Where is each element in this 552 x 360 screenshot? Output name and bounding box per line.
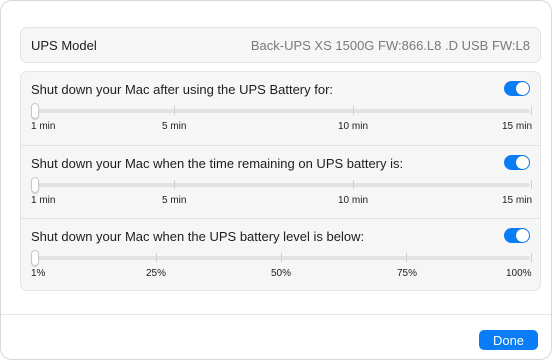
slider-track <box>31 183 530 187</box>
slider-tick-label: 50% <box>271 268 292 279</box>
slider-tick-label: 5 min <box>162 195 187 206</box>
slider-tick-label: 1 min <box>31 121 56 132</box>
ups-model-label: UPS Model <box>31 37 97 53</box>
setting-toggle[interactable] <box>504 155 530 170</box>
slider-tick-labels: 1 min 5 min 10 min 15 min <box>31 121 533 135</box>
battery-usage-slider[interactable] <box>31 103 532 119</box>
slider-tick-label: 25% <box>146 268 167 279</box>
ups-settings-sheet: UPS Model Back-UPS XS 1500G FW:866.L8 .D… <box>0 0 552 360</box>
slider-tick-label: 5 min <box>162 121 187 132</box>
toggle-knob <box>516 156 529 169</box>
slider-thumb[interactable] <box>31 250 39 266</box>
slider-tick-label: 15 min <box>502 121 533 132</box>
setting-label: Shut down your Mac when the UPS battery … <box>31 229 365 244</box>
toggle-knob <box>516 82 529 95</box>
setting-label: Shut down your Mac after using the UPS B… <box>31 82 334 97</box>
slider-tick-label: 100% <box>506 268 532 279</box>
done-button[interactable]: Done <box>479 330 538 350</box>
slider-tick-label: 1% <box>31 268 46 279</box>
slider-tick <box>531 180 532 189</box>
footer-divider <box>1 314 551 315</box>
setting-time-remaining: Shut down your Mac when the time remaini… <box>21 145 540 219</box>
slider-track <box>31 109 530 113</box>
slider-tick <box>156 253 157 262</box>
slider-tick <box>281 253 282 262</box>
battery-level-slider[interactable] <box>31 250 532 266</box>
slider-tick <box>174 106 175 115</box>
slider-thumb[interactable] <box>31 177 39 193</box>
slider-tick-label: 10 min <box>338 121 369 132</box>
slider-tick-label: 75% <box>397 268 418 279</box>
setting-battery-level: Shut down your Mac when the UPS battery … <box>21 218 540 292</box>
slider-tick-label: 10 min <box>338 195 369 206</box>
slider-thumb[interactable] <box>31 103 39 119</box>
toggle-knob <box>516 229 529 242</box>
ups-model-row: UPS Model Back-UPS XS 1500G FW:866.L8 .D… <box>20 27 541 63</box>
ups-model-value: Back-UPS XS 1500G FW:866.L8 .D USB FW:L8 <box>250 37 530 53</box>
setting-label: Shut down your Mac when the time remaini… <box>31 156 404 171</box>
slider-tick <box>353 106 354 115</box>
shutdown-settings-group: Shut down your Mac after using the UPS B… <box>20 71 541 291</box>
slider-tick <box>174 180 175 189</box>
time-remaining-slider[interactable] <box>31 177 532 193</box>
slider-tick-labels: 1% 25% 50% 75% 100% <box>31 268 532 282</box>
slider-tick <box>531 106 532 115</box>
slider-tick-label: 1 min <box>31 195 56 206</box>
setting-toggle[interactable] <box>504 228 530 243</box>
setting-battery-usage: Shut down your Mac after using the UPS B… <box>21 72 540 145</box>
slider-tick-label: 15 min <box>502 195 533 206</box>
slider-tick <box>531 253 532 262</box>
slider-tick-labels: 1 min 5 min 10 min 15 min <box>31 195 533 209</box>
slider-tick <box>353 180 354 189</box>
slider-tick <box>406 253 407 262</box>
setting-toggle[interactable] <box>504 81 530 96</box>
